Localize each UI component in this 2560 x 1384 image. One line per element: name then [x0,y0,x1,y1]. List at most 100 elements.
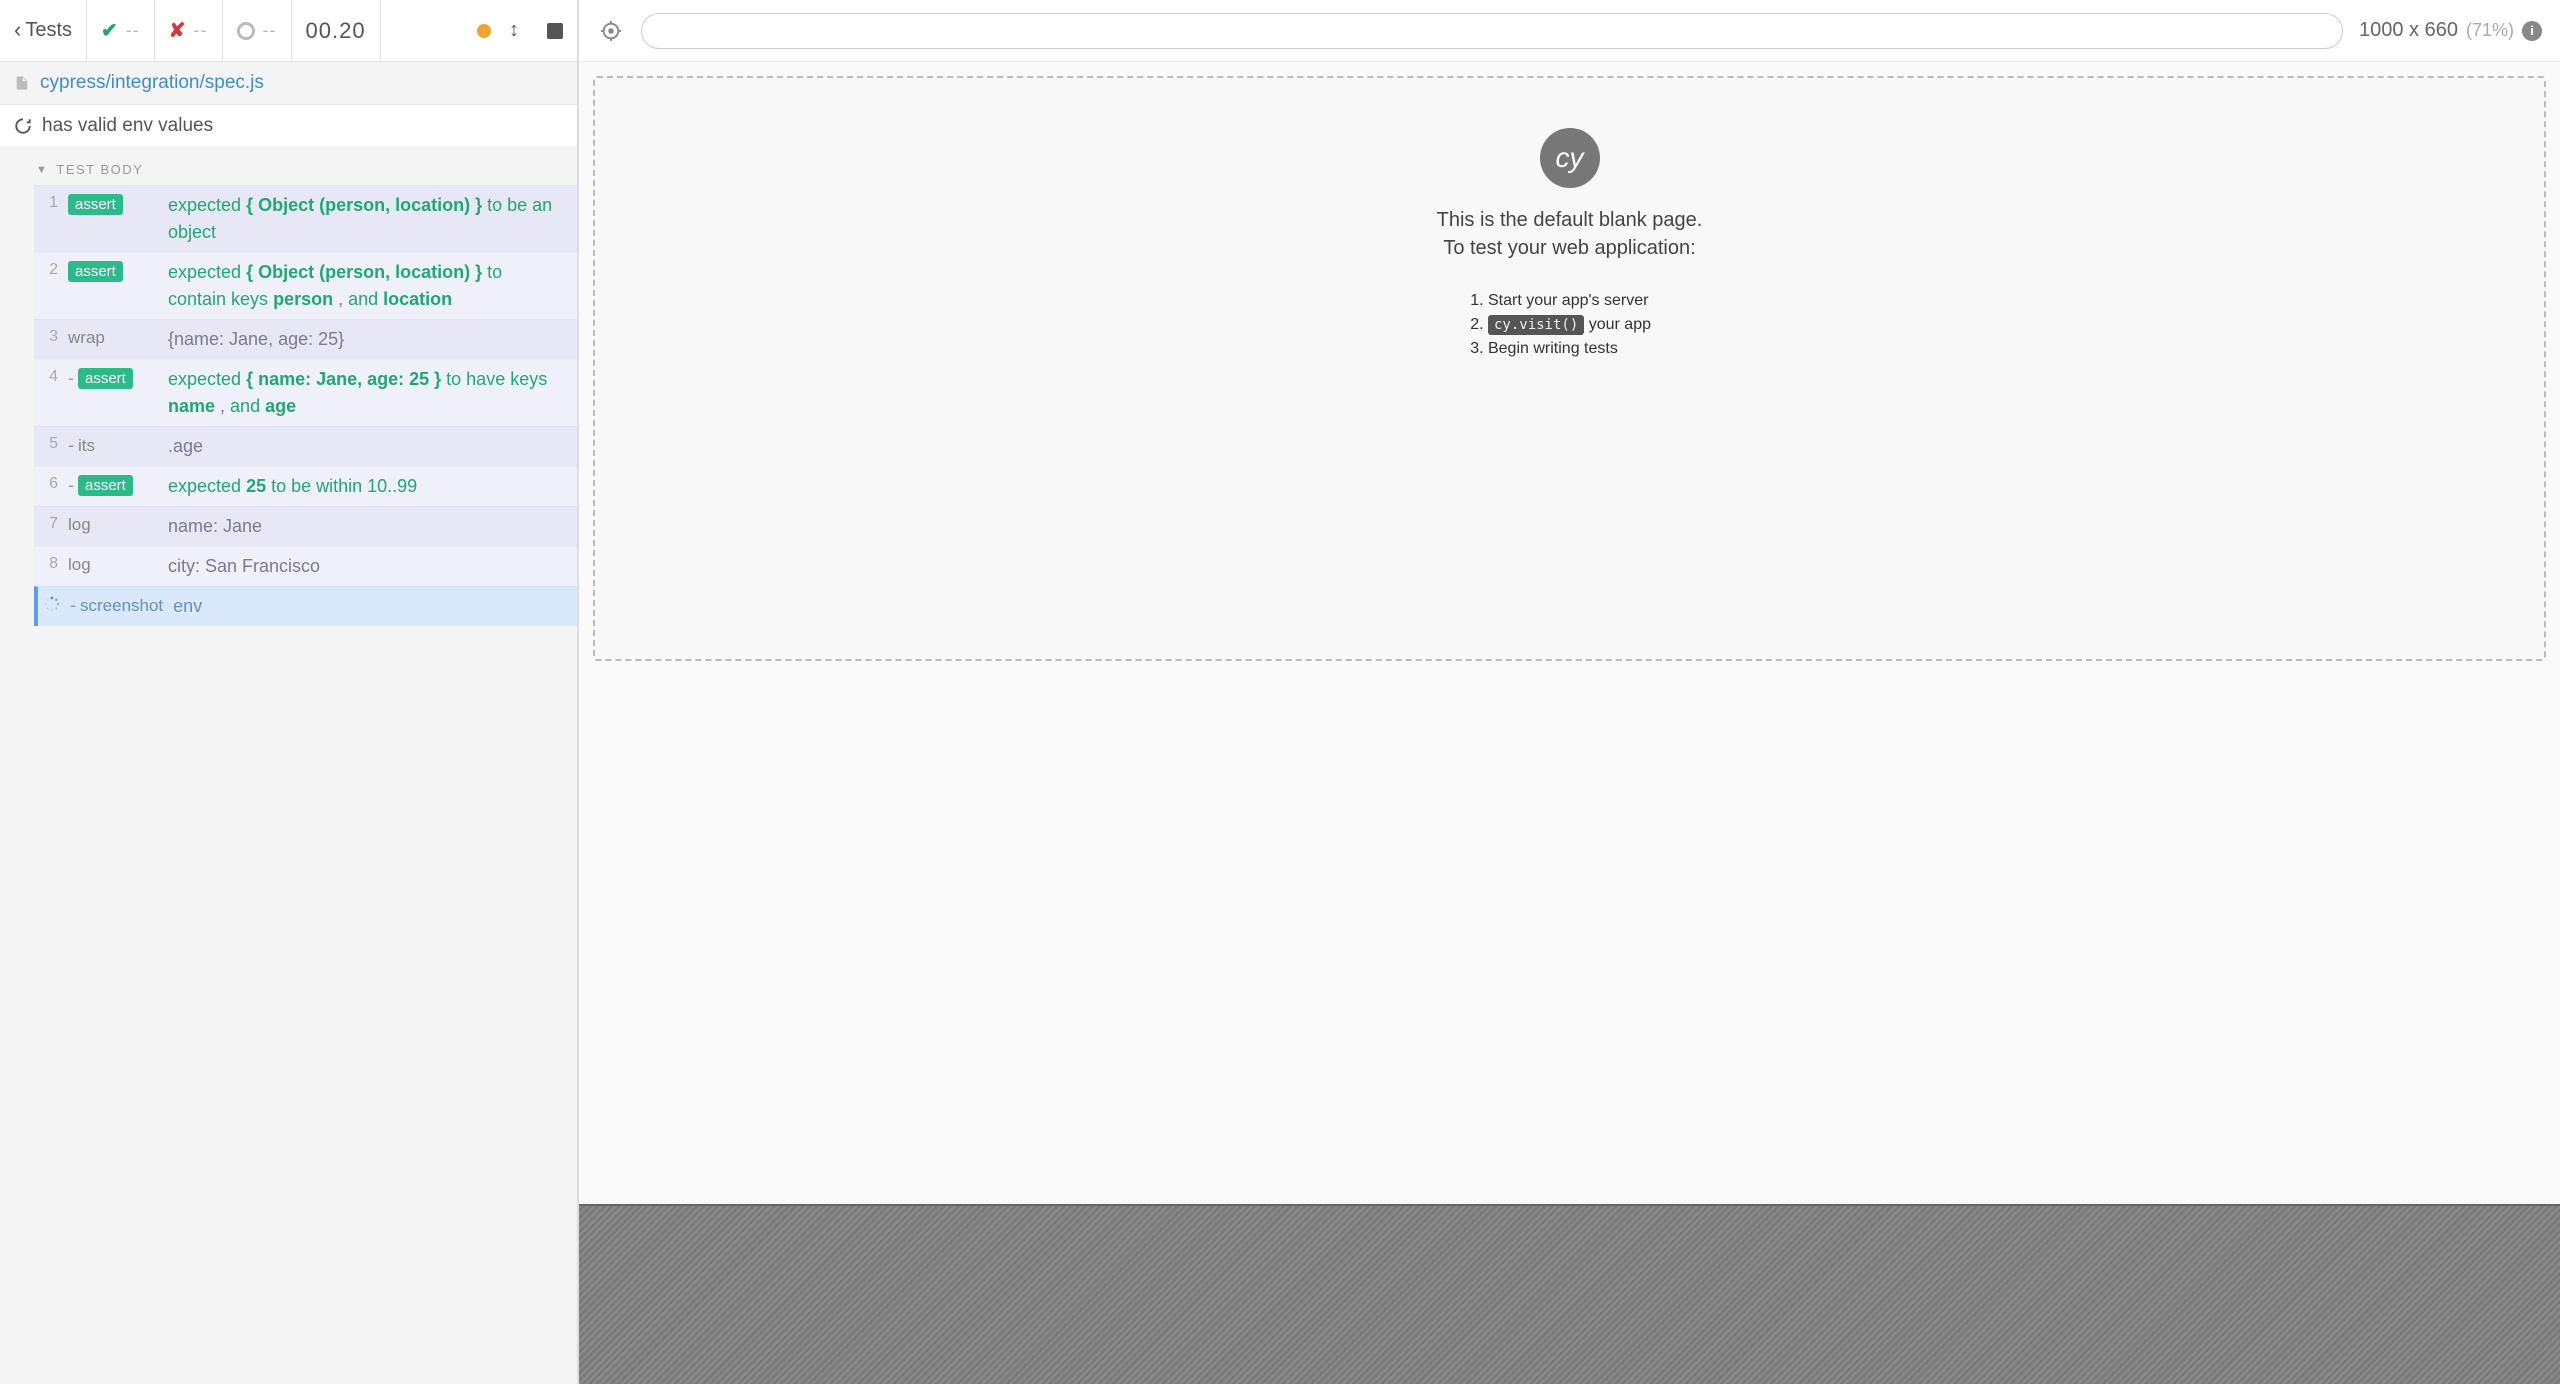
command-method: -assert [68,368,158,389]
auto-scroll-toggle-icon[interactable]: ↕ [509,19,519,42]
command-row[interactable]: 4-assertexpected { name: Jane, age: 25 }… [34,359,577,426]
timer-value: 00.20 [306,18,366,44]
reporter-pane: ‹ Tests ✔ -- ✘ -- -- 00.20 ↕ [0,0,579,1384]
stats-pending: -- [223,0,292,61]
command-message: expected 25 to be within 10..99 [168,473,563,500]
child-dash-icon: - [70,595,76,616]
blank-step-1: Start your app's server [1488,292,1651,310]
assert-badge: assert [78,368,133,389]
command-row[interactable]: 7 log name: Jane [34,506,577,546]
url-input[interactable] [641,13,2343,49]
aut-header: 1000 x 660 (71%) i [579,0,2560,62]
command-row[interactable]: 6-assertexpected 25 to be within 10..99 [34,466,577,506]
command-message: env [173,593,563,620]
command-message: {name: Jane, age: 25} [168,326,563,353]
check-icon: ✔ [101,18,118,43]
test-body-heading[interactable]: ▼ TEST BODY [34,154,577,185]
cross-icon: ✘ [169,18,186,43]
command-number: 3 [44,328,58,346]
blank-steps: Start your app's server cy.visit() your … [1488,286,1651,364]
command-row[interactable]: 3 wrap {name: Jane, age: 25} [34,319,577,359]
command-row[interactable]: 2 assert expected { Object (person, locati… [34,252,577,319]
caret-down-icon: ▼ [36,164,48,176]
header-controls: ↕ [463,0,533,61]
chevron-left-icon: ‹ [14,19,21,41]
spec-path: cypress/integration/spec.js [40,72,264,94]
pending-count: -- [263,20,277,41]
assert-badge: assert [68,261,123,282]
command-row-running[interactable]: -screenshot env [34,586,577,626]
assert-badge: assert [78,475,133,496]
child-dash-icon: - [68,475,74,496]
command-number: 2 [44,261,58,279]
back-label: Tests [25,19,72,42]
command-row[interactable]: 8 log city: San Francisco [34,546,577,586]
command-message: city: San Francisco [168,553,563,580]
command-message: name: Jane [168,513,563,540]
running-spinner-icon [14,117,32,135]
aut-viewport: cy This is the default blank page. To te… [579,62,2560,1384]
stats-failed: ✘ -- [155,0,223,61]
stop-icon [547,23,563,39]
test-title-row[interactable]: has valid env values [0,105,577,148]
child-dash-icon: - [68,368,74,389]
command-log: ▼ TEST BODY 1 assert expected { Object (pe… [0,148,577,626]
command-number: 8 [44,555,58,573]
viewport-scale: (71%) [2466,20,2514,41]
command-message: expected { Object (person, location) } t… [168,192,563,246]
reporter-header: ‹ Tests ✔ -- ✘ -- -- 00.20 ↕ [0,0,577,62]
commands-list: 1 assert expected { Object (person, locati… [34,185,577,626]
spec-file-row[interactable]: cypress/integration/spec.js [0,62,577,105]
back-to-tests-button[interactable]: ‹ Tests [0,0,87,61]
command-method: -assert [68,475,158,496]
command-number: 5 [44,435,58,453]
child-dash-icon: - [68,435,74,456]
timer: 00.20 [292,0,381,61]
viewport-info[interactable]: 1000 x 660 (71%) i [2359,19,2542,42]
command-number: 7 [44,515,58,533]
blank-line-2: To test your web application: [1310,234,1830,262]
overflow-stripes [579,1204,2560,1384]
command-method: wrap [68,328,158,348]
command-method: assert [68,261,158,282]
info-icon: i [2522,21,2542,41]
aut-pane: 1000 x 660 (71%) i cy This is the defaul… [579,0,2560,1384]
loading-spinner-icon [44,596,60,612]
command-number: 6 [44,475,58,493]
selector-playground-button[interactable] [597,17,625,45]
command-method: assert [68,194,158,215]
auto-scroll-indicator-icon[interactable] [477,24,491,38]
failed-count: -- [194,20,208,41]
passed-count: -- [126,20,140,41]
stop-button[interactable] [533,0,577,61]
method-name: its [78,436,95,456]
header-spacer [381,0,463,61]
command-method: log [68,515,158,535]
viewport-dimensions: 1000 x 660 [2359,19,2458,42]
pending-ring-icon [237,22,255,40]
blank-page: cy This is the default blank page. To te… [1310,128,1830,364]
assert-badge: assert [68,194,123,215]
command-row[interactable]: 1 assert expected { Object (person, locati… [34,185,577,252]
visit-code: cy.visit() [1488,315,1584,335]
command-method: -screenshot [70,595,163,616]
blank-line-1: This is the default blank page. [1310,206,1830,234]
section-label: TEST BODY [56,162,143,177]
stats-passed: ✔ -- [87,0,155,61]
cypress-logo-icon: cy [1540,128,1600,188]
command-number: 1 [44,194,58,212]
command-method: log [68,555,158,575]
blank-step-3: Begin writing tests [1488,340,1651,358]
command-number: 4 [44,368,58,386]
command-method: -its [68,435,158,456]
command-message: expected { Object (person, location) } t… [168,259,563,313]
test-title: has valid env values [42,115,213,137]
method-name: log [68,515,91,535]
command-row[interactable]: 5-its.age [34,426,577,466]
blank-step-2: cy.visit() your app [1488,316,1651,334]
command-message: .age [168,433,563,460]
method-name: wrap [68,328,105,348]
aut-iframe: cy This is the default blank page. To te… [593,76,2546,661]
method-name: log [68,555,91,575]
method-name: screenshot [80,596,163,616]
